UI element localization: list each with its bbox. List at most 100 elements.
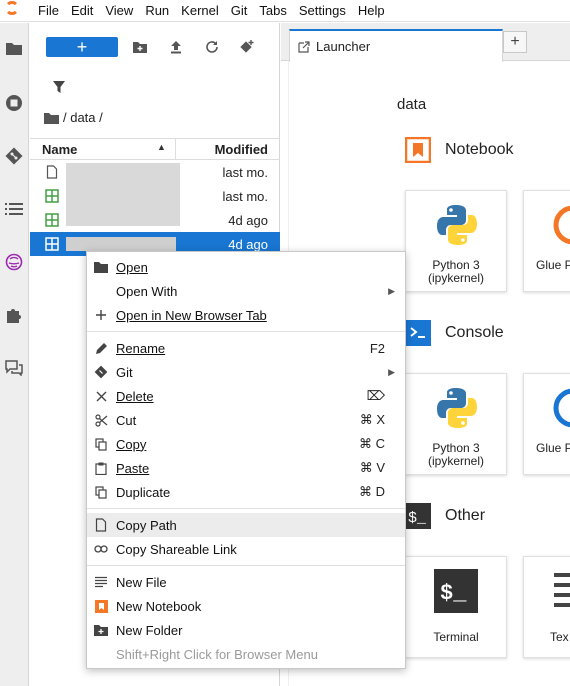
- filter-icon[interactable]: [52, 80, 68, 96]
- add-tab-button[interactable]: +: [503, 31, 527, 53]
- file-browser-toolbar: +: [30, 35, 280, 59]
- main-tab-bar: Launcher +: [281, 23, 570, 62]
- toc-icon[interactable]: [3, 198, 25, 220]
- file-modified: last mo.: [222, 188, 268, 204]
- submenu-arrow-icon: ▶: [388, 285, 395, 296]
- menu-item-copy[interactable]: Copy ⌘ C: [87, 432, 405, 456]
- extension-icon[interactable]: [3, 251, 25, 273]
- jupyter-logo-icon: [0, 0, 26, 22]
- menu-view[interactable]: View: [99, 3, 139, 18]
- menu-item-browser-menu-hint: Shift+Right Click for Browser Menu: [116, 646, 318, 662]
- name-column-header[interactable]: Name: [42, 142, 77, 157]
- duplicate-icon: [94, 485, 108, 499]
- menu-item-new-file[interactable]: New File: [87, 570, 405, 594]
- redacted-filename: [66, 237, 176, 251]
- submenu-arrow-icon: ▶: [388, 366, 395, 377]
- section-label: Notebook: [445, 141, 514, 158]
- refresh-icon[interactable]: [202, 37, 222, 57]
- spreadsheet-icon: [45, 237, 59, 251]
- text-file-icon: [554, 573, 570, 607]
- console-section-header: Console: [405, 320, 504, 346]
- menu-item-new-folder[interactable]: New Folder: [87, 618, 405, 642]
- git-icon[interactable]: [3, 145, 25, 167]
- menu-tabs[interactable]: Tabs: [253, 3, 292, 18]
- jupyterlab-window: File Edit View Run Kernel Git Tabs Setti…: [0, 0, 570, 686]
- file-list-header: Name ▲ Modified: [30, 138, 280, 160]
- folder-icon: [94, 260, 108, 274]
- text-file-card[interactable]: Tex: [523, 556, 570, 658]
- spreadsheet-icon: [45, 213, 59, 227]
- breadcrumb: / data /: [44, 110, 103, 125]
- puzzle-icon[interactable]: [3, 304, 25, 326]
- menu-separator: [87, 331, 405, 332]
- sort-ascending-icon[interactable]: ▲: [157, 142, 166, 152]
- menu-item-copy-shareable-link[interactable]: Copy Shareable Link: [87, 537, 405, 561]
- chat-icon[interactable]: [3, 357, 25, 379]
- terminal-card[interactable]: $_ Terminal: [405, 556, 507, 658]
- file-icon: [94, 518, 108, 532]
- card-label: Terminal: [433, 630, 479, 644]
- upload-icon[interactable]: [166, 37, 186, 57]
- new-folder-icon: [94, 623, 108, 637]
- tab-launcher[interactable]: Launcher: [289, 29, 503, 62]
- new-folder-icon[interactable]: [130, 37, 150, 57]
- notebook-glue-card[interactable]: Glue P: [523, 190, 570, 292]
- scissors-icon: [94, 413, 108, 427]
- menu-item-new-notebook[interactable]: New Notebook: [87, 594, 405, 618]
- menu-help[interactable]: Help: [352, 3, 391, 18]
- menu-file[interactable]: File: [26, 3, 65, 18]
- menu-item-git[interactable]: Git ▶: [87, 360, 405, 384]
- menu-item-delete[interactable]: Delete ⌦: [87, 384, 405, 408]
- column-divider: [175, 139, 176, 159]
- terminal-section-icon: $_: [405, 503, 431, 529]
- menu-item-open-with[interactable]: Open With ▶: [87, 279, 405, 303]
- console-glue-card[interactable]: Glue P: [523, 373, 570, 475]
- section-label: Other: [445, 507, 486, 524]
- git-clone-icon[interactable]: [237, 37, 257, 57]
- menubar: File Edit View Run Kernel Git Tabs Setti…: [0, 0, 570, 22]
- pencil-icon: [94, 341, 108, 355]
- modified-column-header[interactable]: Modified: [215, 142, 268, 157]
- left-activity-bar: [0, 23, 29, 686]
- notebook-icon: [405, 137, 431, 163]
- spreadsheet-icon: [45, 189, 59, 203]
- card-label: Python 3 (ipykernel): [427, 441, 484, 468]
- glue-icon: [553, 388, 570, 428]
- menu-item-paste[interactable]: Paste ⌘ V: [87, 456, 405, 480]
- launcher-icon: [298, 40, 310, 53]
- plus-icon: [94, 308, 108, 322]
- text-file-icon: [94, 575, 108, 589]
- console-python3-card[interactable]: Python 3 (ipykernel): [405, 373, 507, 475]
- menu-item-cut[interactable]: Cut ⌘ X: [87, 408, 405, 432]
- menu-settings[interactable]: Settings: [293, 3, 352, 18]
- menu-kernel[interactable]: Kernel: [175, 3, 225, 18]
- menu-item-open[interactable]: Open: [87, 255, 405, 279]
- folder-icon[interactable]: [3, 38, 25, 60]
- launcher-directory: data: [397, 96, 427, 113]
- glue-icon: [553, 205, 570, 245]
- notebook-python3-card[interactable]: Python 3 (ipykernel): [405, 190, 507, 292]
- clipboard-icon: [94, 461, 108, 475]
- notebook-section-header: Notebook: [405, 137, 514, 163]
- svg-text:$_: $_: [408, 510, 427, 527]
- menu-run[interactable]: Run: [139, 3, 175, 18]
- new-launcher-button[interactable]: +: [46, 37, 118, 57]
- menu-separator: [87, 565, 405, 566]
- menu-separator: [87, 508, 405, 509]
- menu-item-rename[interactable]: Rename F2: [87, 336, 405, 360]
- link-icon: [94, 542, 108, 556]
- menu-item-open-new-tab[interactable]: Open in New Browser Tab: [87, 303, 405, 327]
- menu-git[interactable]: Git: [225, 3, 254, 18]
- breadcrumb-path[interactable]: / data /: [63, 110, 103, 125]
- running-icon[interactable]: [3, 92, 25, 114]
- menu-edit[interactable]: Edit: [65, 3, 99, 18]
- menu-item-copy-path[interactable]: Copy Path: [87, 513, 405, 537]
- menu-item-duplicate[interactable]: Duplicate ⌘ D: [87, 480, 405, 504]
- home-folder-icon[interactable]: [44, 112, 59, 124]
- file-modified: 4d ago: [228, 212, 268, 228]
- other-section-header: $_ Other: [405, 503, 485, 529]
- file-modified: 4d ago: [228, 236, 268, 252]
- file-icon: [46, 165, 58, 179]
- terminal-icon: $_: [434, 569, 478, 613]
- python-icon: [437, 205, 477, 245]
